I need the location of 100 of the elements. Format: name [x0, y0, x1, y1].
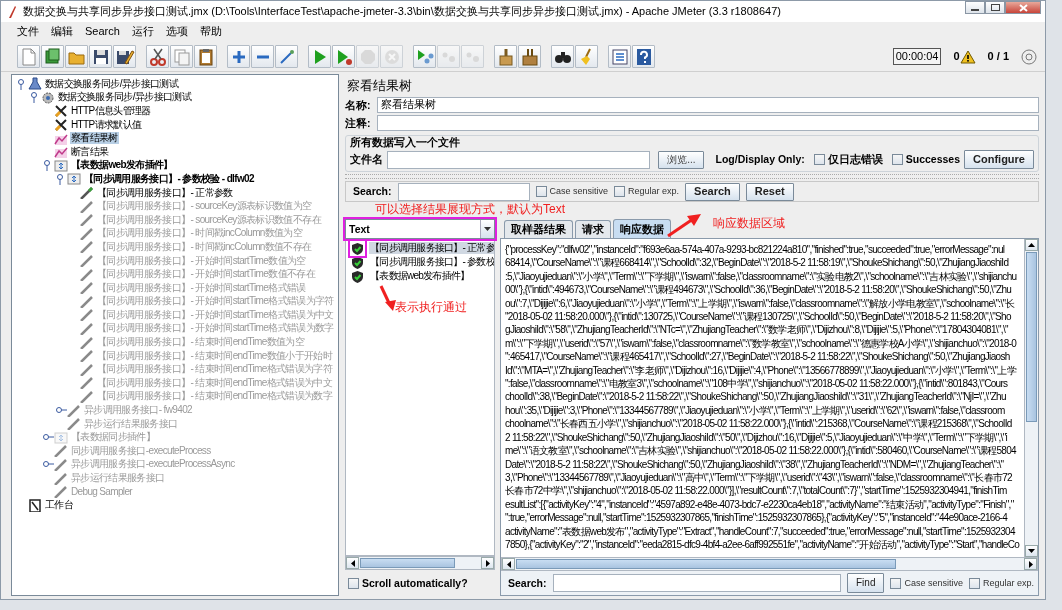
checkbox[interactable] — [348, 577, 359, 589]
toolbar-button[interactable] — [89, 45, 112, 68]
response-text-line: me\":\"语文教室\",\"schoolname\":\"吉林实验\",\"shijianchuo\":\"2018-05-02 11:58:22.000\"},{\"intid\":580460,\"CourseName\":\"课程5804 — [505, 444, 1018, 458]
response-text-line: ":false,\"classroomname\":\"电教室3\",\"schoolname\":\"108中学\",\"shijianchuo\":\"2018-05-02 11:58:22.000\"},{\"intid\":801843,\"Cours — [505, 377, 1009, 391]
tree-item[interactable]: 工作台 — [44, 499, 75, 512]
pencil-icon — [54, 444, 68, 458]
right-arrow-icon — [485, 559, 490, 567]
response-text-line: gJiaoshiId\":\"58\",\"ZhujiangTeacherId\":\"NTc=\",\"ZhujiangTeacher\":\"数学老师\",\"Dijizhou\":8,\"Dijijie\":5,\"Phone\":\"17804304081\",\" — [505, 323, 1009, 337]
pencil-icon — [80, 389, 94, 403]
tree-item[interactable]: 【同步调用服务接口】- 正常参数 — [96, 186, 234, 199]
pencil-icon — [54, 485, 68, 499]
checkbox[interactable] — [614, 186, 626, 197]
response-text-line: hou\":35,\"Dijijie\":3,\"Phone\":\"13344567789\",\"Jiaoyujieduan\":\"小学\",\"Term\":\"上学期\",\"userid\":\"62\",\"iswarn\":false,\"classroom — [505, 403, 1006, 418]
configure-button[interactable]: Configure — [964, 150, 1034, 169]
checkbox-label: Regular exp. — [628, 186, 680, 197]
response-text-line: m\":\"下学期\",\"userid\":\"57\",\"iswarn\":false,\"classroomname\":\"数学教室\",\"schoolname\":\"德惠学校A小学\",\"shijianchuo\":\"2018-0 — [505, 336, 1018, 351]
arrow-drawing — [666, 213, 702, 238]
group-legend: 所有数据写入一个文件 — [350, 136, 1034, 149]
menu-item[interactable]: 运行 — [125, 25, 160, 39]
toolbar-button[interactable] — [551, 45, 574, 68]
checkbox[interactable] — [891, 154, 903, 165]
menu-item[interactable]: 编辑 — [45, 25, 79, 39]
checkbox-label: Regular exp. — [982, 577, 1034, 589]
tree-item[interactable]: 数据交换服务同步/异步接口测试 — [44, 77, 180, 90]
name-field[interactable]: 察看结果树 — [377, 97, 1039, 113]
tree-item[interactable]: 【表数据web发布插件】 — [70, 159, 174, 172]
tree-item[interactable]: HTTP请求默认值 — [70, 118, 143, 131]
checkbox-label: Successes — [905, 153, 961, 166]
scissors-icon — [147, 46, 168, 67]
field-label: 文件名 — [350, 153, 383, 166]
field-label: 注释: — [345, 116, 372, 130]
toolbar-button[interactable] — [494, 45, 517, 68]
pencil-icon — [80, 362, 94, 376]
tree-item[interactable]: 【同步调用服务接口】- 参数校验 - dlfw02 — [83, 172, 255, 185]
reset-button[interactable]: Reset — [745, 182, 794, 201]
result-item[interactable]: 【同步调用服务接口】- 参数校 — [369, 256, 494, 268]
minimize-button[interactable] — [965, 1, 985, 14]
toolbar-button[interactable] — [113, 45, 136, 68]
response-text-line: ":465417,\"CourseName\":\"课程465417\",\"SchoolId\":27,\"BeginDate\":\"2018-5-2 11:58:22\",\"ShoukeShichang\":50,\"ZhujiangJiaosh — [505, 350, 1011, 364]
copy-icon — [171, 46, 192, 67]
result-item[interactable]: 【表数据web发布插件】 — [369, 270, 471, 282]
search-button[interactable]: Search — [685, 182, 740, 201]
list-icon — [609, 46, 630, 67]
toolbar-button[interactable] — [146, 45, 169, 68]
response-text-line: esultList":[{"activityKey":"4","instanceId":"4597a892-e48e-4073-bdc7-e2230ca4eb18","activityName":"结束活动","activityType":"Finish"," — [505, 497, 1015, 512]
flask-icon — [28, 77, 42, 91]
status-icon — [1021, 48, 1037, 65]
checkbox[interactable] — [890, 577, 902, 589]
browse-button[interactable]: 浏览... — [658, 150, 705, 169]
elapsed-time: 00:00:04 — [892, 47, 942, 66]
renderer-dropdown[interactable]: Text — [345, 219, 495, 239]
tools-icon — [54, 104, 68, 118]
vertical-scrollbar[interactable] — [1024, 239, 1038, 557]
pencil-icon — [80, 294, 94, 308]
response-text-line: 长春市72中学\",\"shijianchuo\":\"2018-05-02 11:58:22.000\"}],\"resultCount\":7,\"totalCount\":7}","startTime":1525932304941,"finishTim — [505, 484, 1008, 498]
filename-field[interactable] — [387, 150, 651, 169]
tools-icon — [54, 118, 68, 132]
right-arrow-icon — [1028, 560, 1033, 568]
result-item[interactable]: 【同步调用服务接口】- 正常参 — [369, 242, 494, 254]
search-field[interactable] — [397, 182, 530, 201]
response-text-line: choolname\":\"长春西五小学\",\"shijianchuo\":\"2018-05-02 11:58:22.000\"},{\"intid\":215368,\"CourseName\":\"课程215368\",\"SchoolId — [505, 417, 1013, 431]
left-arrow-icon — [350, 559, 355, 567]
gear-icon — [41, 90, 55, 104]
tab[interactable]: 取样器结果 — [504, 220, 573, 238]
maximize-button[interactable] — [985, 1, 1005, 14]
comment-field[interactable] — [377, 115, 1039, 131]
pencil-icon — [67, 403, 81, 417]
pencil-icon — [80, 376, 94, 390]
find-button[interactable]: Find — [847, 573, 885, 593]
menu-item[interactable]: Search — [79, 25, 126, 39]
menu-item[interactable]: 选项 — [159, 25, 194, 39]
horizontal-scrollbar[interactable] — [501, 557, 1038, 571]
splitter-handle[interactable] — [345, 174, 1039, 179]
tree-item[interactable]: HTTP信息头管理器 — [70, 105, 152, 117]
tab[interactable]: 请求 — [575, 220, 611, 238]
menu-item[interactable]: 帮助 — [193, 25, 228, 39]
thread-count: 0 / 1 — [987, 49, 1009, 64]
horizontal-scrollbar[interactable] — [345, 556, 495, 570]
tab[interactable]: 响应数据 — [613, 219, 671, 238]
menu-item[interactable]: 文件 — [11, 25, 45, 39]
find-field[interactable] — [552, 574, 841, 592]
toolbar-button[interactable] — [632, 45, 655, 68]
warning-icon[interactable] — [959, 49, 976, 64]
response-text-line: 2 11:58:22\",\"ShoukeShichang\":50,\"ZhujiangJiaoshiId\":\"50\",\"Dijizhou\":16,\"Dijijie\":5,\"Jiaoyujieduan\":\"中学\",\"Term\":\"下学期\",\"i — [505, 430, 1009, 445]
pencil-icon — [80, 322, 94, 335]
response-text-line: 68414,\"CourseName\":\"课程668414\",\"SchoolId\":32,\"BeginDate\":\"2018-5-2 11:58:19\",\"ShoukeShichang\":50,\"ZhujiangJiaoshiId — [505, 256, 1010, 270]
checkbox[interactable] — [968, 577, 980, 589]
response-text-line: "2018-05-02 11:58:20.000\"},{\"intid\":130725,\"CourseName\":\"课程130725\",\"SchoolId\":50,\"BeginDate\":\"2018-5-2 11:58:20\",\"Sho — [505, 310, 1012, 324]
checkbox[interactable] — [535, 186, 547, 197]
tree-item[interactable]: 数据交换服务同步/异步接口测试 — [57, 91, 193, 104]
response-text-line: :5,\"Jiaoyujieduan\":\"小学\",\"Term\":\"下学期\",\"iswarn\":false,\"classroomname\":\"实验电教2\",\"schoolname\":\"吉林实验\",\"shijianchu — [505, 269, 1018, 284]
checkbox[interactable] — [813, 154, 825, 165]
window-title: 数据交换与共享同步异步接口测试.jmx (D:\Tools\InterfaceTest\apache-jmeter-3.3\bin\数据交换与共享同步异步接口测试.jmx) - Apache JMeter (3.3 r1808647) — [23, 4, 782, 19]
pencil-icon — [80, 281, 94, 295]
close-button[interactable] — [1005, 1, 1041, 14]
pencil-icon — [54, 457, 68, 471]
tree-item[interactable]: 察看结果树 — [70, 132, 119, 145]
toolbar-button[interactable] — [518, 45, 541, 68]
tree-item[interactable]: 断言结果 — [70, 145, 110, 158]
left-arrow-icon — [506, 560, 511, 568]
